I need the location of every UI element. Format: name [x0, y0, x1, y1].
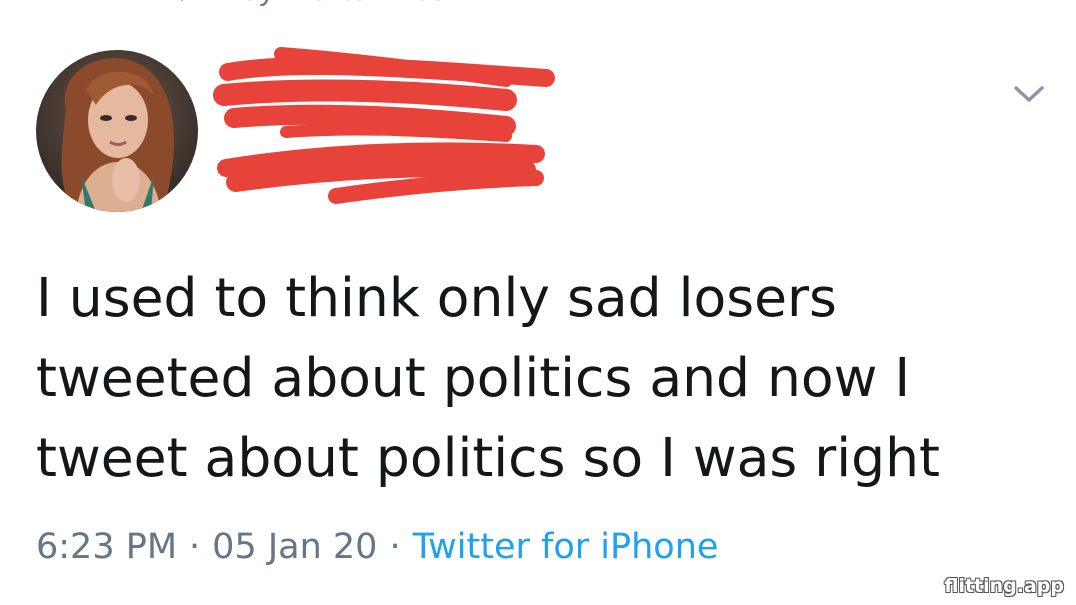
- redaction-scribble: [213, 47, 555, 204]
- tweet-line: tweeted about politics and now I: [36, 346, 911, 409]
- social-context[interactable]: Andy Richter liked: [170, 0, 448, 8]
- watermark: flitting.app: [944, 575, 1064, 597]
- more-options-button[interactable]: [1009, 78, 1049, 114]
- heart-icon: [170, 0, 194, 2]
- tweet-text: I used to think only sad losers tweeted …: [36, 258, 1046, 498]
- tweet-source-link[interactable]: Twitter for iPhone: [413, 527, 719, 567]
- tweet-meta: 6:23 PM · 05 Jan 20 · Twitter for iPhone: [36, 527, 718, 567]
- meta-separator: ·: [189, 527, 201, 567]
- tweet-date[interactable]: 05 Jan 20: [212, 527, 377, 567]
- tweet-time[interactable]: 6:23 PM: [36, 527, 177, 567]
- social-context-text: Andy Richter liked: [206, 0, 448, 8]
- tweet-line: I used to think only sad losers: [36, 266, 837, 329]
- avatar[interactable]: [36, 50, 198, 212]
- author-block[interactable]: [206, 40, 566, 220]
- tweet-line: tweet about politics so I was right: [36, 426, 940, 489]
- chevron-down-icon: [1013, 84, 1045, 109]
- meta-separator: ·: [389, 527, 401, 567]
